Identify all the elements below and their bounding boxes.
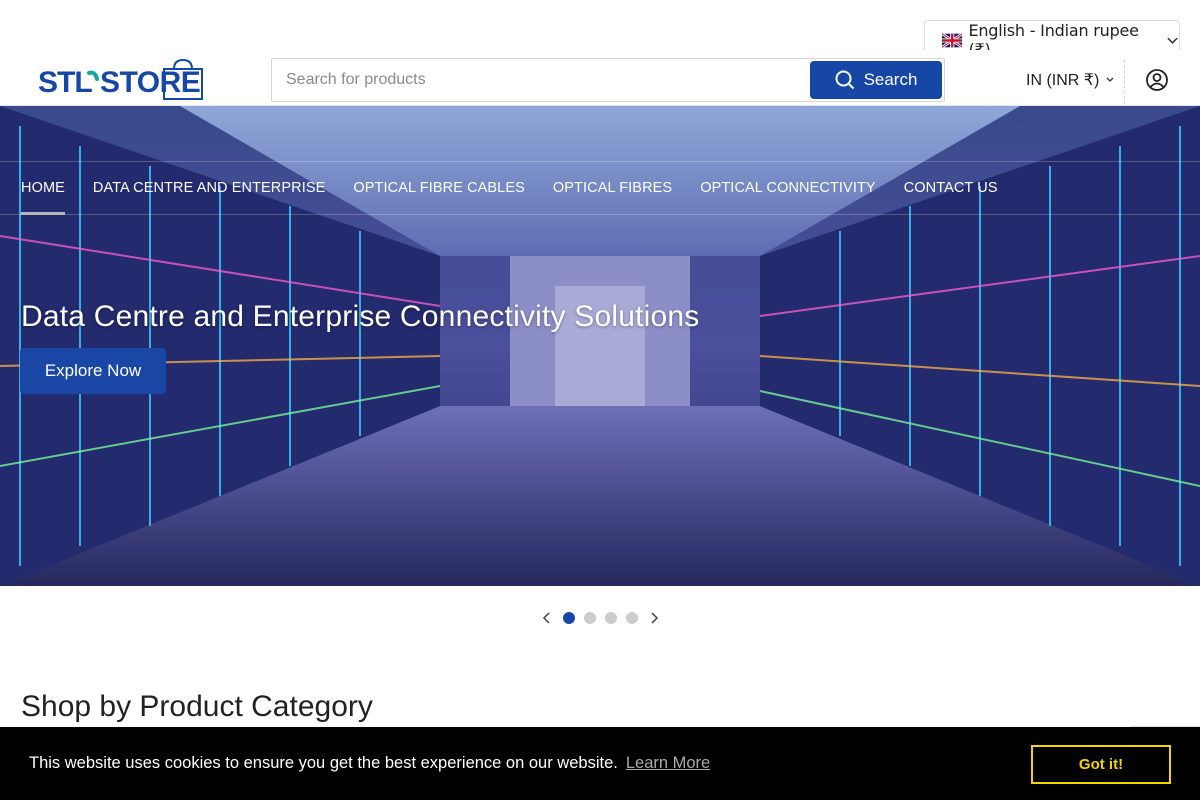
search-button-label: Search: [863, 70, 918, 89]
learn-more-link[interactable]: Learn More: [626, 754, 710, 772]
chevron-down-icon: [1106, 77, 1114, 82]
chevron-left-icon[interactable]: [540, 611, 554, 625]
carousel-controls: [540, 608, 661, 628]
nav-item-data-centre-and-enterprise[interactable]: DATA CENTRE AND ENTERPRISE: [93, 162, 326, 214]
carousel-dot-2[interactable]: [584, 612, 596, 624]
carousel-dot-4[interactable]: [626, 612, 638, 624]
hero-title: Data Centre and Enterprise Connectivity …: [21, 300, 700, 333]
svg-text:STORE: STORE: [100, 66, 200, 99]
search-input[interactable]: [286, 59, 806, 101]
cookie-message-row: This website uses cookies to ensure you …: [29, 754, 710, 773]
carousel-dot-3[interactable]: [605, 612, 617, 624]
currency-label: IN (INR ₹): [1026, 72, 1100, 89]
cookie-message: This website uses cookies to ensure you …: [29, 754, 618, 772]
search-button[interactable]: Search: [810, 61, 942, 99]
chevron-down-icon: [1167, 37, 1178, 44]
nav-item-home[interactable]: HOME: [21, 162, 65, 215]
shop-by-category-heading: Shop by Product Category: [21, 690, 373, 723]
explore-now-button[interactable]: Explore Now: [20, 348, 166, 394]
user-account-icon[interactable]: [1145, 68, 1169, 92]
svg-text:STL: STL: [38, 66, 92, 99]
cookie-consent-bar: This website uses cookies to ensure you …: [0, 727, 1200, 800]
search-bar: Search: [271, 58, 945, 102]
header-divider: [1124, 60, 1125, 104]
chevron-right-icon[interactable]: [647, 611, 661, 625]
nav-item-optical-connectivity[interactable]: OPTICAL CONNECTIVITY: [700, 162, 875, 214]
uk-flag-icon: [942, 32, 963, 48]
nav-item-contact-us[interactable]: CONTACT US: [904, 162, 998, 214]
got-it-button[interactable]: Got it!: [1031, 745, 1171, 784]
page: English - Indian rupee (₹) STL STORE Sea…: [0, 0, 1200, 800]
stl-store-logo[interactable]: STL STORE: [38, 59, 208, 103]
carousel-dot-1[interactable]: [563, 612, 575, 624]
main-navigation: HOME DATA CENTRE AND ENTERPRISE OPTICAL …: [0, 161, 1200, 215]
search-icon: [835, 70, 854, 90]
currency-selector[interactable]: IN (INR ₹): [1026, 70, 1115, 90]
nav-item-optical-fibres[interactable]: OPTICAL FIBRES: [553, 162, 672, 214]
nav-item-optical-fibre-cables[interactable]: OPTICAL FIBRE CABLES: [353, 162, 524, 214]
hero-banner: HOME DATA CENTRE AND ENTERPRISE OPTICAL …: [0, 106, 1200, 586]
